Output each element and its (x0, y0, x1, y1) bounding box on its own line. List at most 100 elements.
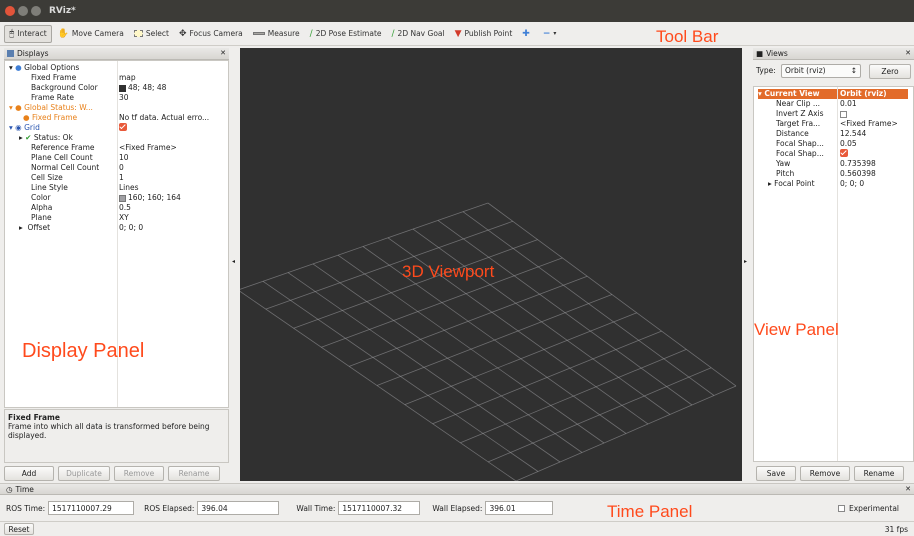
grid-line (337, 254, 605, 444)
normal-cell-count-value[interactable]: 0 (119, 163, 124, 173)
maximize-window-icon[interactable] (31, 6, 41, 16)
expand-arrow-icon[interactable]: ▾ (9, 123, 13, 132)
frame-rate-value[interactable]: 30 (119, 93, 129, 103)
property-description: Fixed Frame Frame into which all data is… (4, 409, 229, 463)
displays-title: Displays (17, 49, 49, 58)
focal-shape-fixed-label: Focal Shap... (776, 149, 824, 158)
tree-item-global-status[interactable]: ▾ ● Global Status: W... (9, 103, 93, 113)
tool-interact[interactable]: 🖰 Interact (4, 24, 52, 43)
reference-frame-label: Reference Frame (31, 143, 95, 152)
expand-arrow-icon[interactable]: ▾ (9, 103, 13, 112)
invert-z-checkbox[interactable] (840, 109, 847, 119)
plane-value[interactable]: XY (119, 213, 129, 223)
tool-focus-camera[interactable]: ✥ Focus Camera (175, 25, 247, 43)
left-splitter[interactable]: ◂ (230, 48, 240, 481)
ros-elapsed-field[interactable]: 396.04 (197, 501, 280, 515)
description-text: Frame into which all data is transformed… (8, 422, 210, 440)
tool-measure[interactable]: Measure (249, 25, 304, 43)
description-title: Fixed Frame (8, 413, 60, 422)
remove-display-button[interactable]: Remove (114, 466, 164, 481)
experimental-label: Experimental (849, 503, 900, 513)
tool-2d-pose-estimate[interactable]: ∕ 2D Pose Estimate (306, 25, 386, 43)
ros-time-field[interactable]: 1517110007.29 (48, 501, 135, 515)
line-style-value[interactable]: Lines (119, 183, 139, 193)
cell-size-value[interactable]: 1 (119, 173, 124, 183)
pitch-label: Pitch (776, 169, 795, 178)
focal-shape-fixed-checkbox[interactable] (840, 148, 848, 158)
cursor-icon: 🖰 (9, 28, 15, 39)
check-icon: ✔ (25, 133, 32, 142)
close-icon[interactable]: ✕ (220, 49, 226, 57)
minimize-window-icon[interactable] (18, 6, 28, 16)
window-title: RViz* (49, 6, 76, 16)
focal-point-label[interactable]: ▸ Focal Point (768, 179, 815, 189)
tool-move-camera[interactable]: ✋ Move Camera (54, 25, 128, 43)
remove-tool-button[interactable]: − ▾ (539, 25, 561, 43)
reset-button[interactable]: Reset (4, 523, 34, 535)
status-bar: Reset 31 fps (0, 521, 914, 536)
tool-2d-nav-goal[interactable]: ∕ 2D Nav Goal (388, 25, 449, 43)
select-rect-icon (133, 30, 143, 37)
time-title: Time (15, 484, 34, 494)
tool-publish-point[interactable]: ▼ Publish Point (451, 25, 517, 43)
grid-status[interactable]: ▸ ✔ Status: Ok (19, 133, 73, 143)
grid-line (262, 280, 539, 472)
focal-point-value[interactable]: 0; 0; 0 (840, 179, 864, 189)
save-view-button[interactable]: Save (756, 466, 796, 481)
view-type-select[interactable]: Orbit (rviz) ↕ (781, 64, 861, 78)
map-pin-icon: ▼ (454, 28, 462, 39)
collapse-left-icon[interactable]: ◂ (232, 258, 235, 265)
displays-panel-header: Displays ✕ (4, 48, 229, 60)
offset-value[interactable]: 0; 0; 0 (119, 223, 143, 233)
wall-elapsed-field[interactable]: 396.01 (485, 501, 554, 515)
tool-select[interactable]: Select (130, 25, 173, 43)
current-view-item[interactable]: ▾ Current View (758, 89, 838, 99)
expand-arrow-icon[interactable]: ▾ (9, 63, 13, 72)
grid-line (312, 263, 583, 453)
tree-item-grid[interactable]: ▾ ◉ Grid (9, 123, 40, 133)
current-view-value[interactable]: Orbit (rviz) (838, 89, 908, 99)
grid-enabled-checkbox[interactable] (119, 122, 127, 132)
background-color-value[interactable]: 48; 48; 48 (119, 83, 166, 93)
yaw-value[interactable]: 0.735398 (840, 159, 876, 169)
annotation-3d-viewport: 3D Viewport (402, 262, 495, 281)
reference-frame-value[interactable]: <Fixed Frame> (119, 143, 177, 153)
alpha-value[interactable]: 0.5 (119, 203, 131, 213)
collapse-right-icon[interactable]: ▸ (744, 258, 747, 265)
duplicate-button[interactable]: Duplicate (58, 466, 110, 481)
add-tool-button[interactable]: ✚ (518, 25, 537, 43)
column-divider[interactable] (837, 87, 838, 461)
target-frame-value[interactable]: <Fixed Frame> (840, 119, 898, 129)
green-arrow-icon: ∕ (309, 28, 313, 39)
zero-button[interactable]: Zero (869, 64, 911, 79)
color-value[interactable]: 160; 160; 164 (119, 193, 181, 203)
focal-shape-size-label: Focal Shap... (776, 139, 824, 148)
plane-cell-count-value[interactable]: 10 (119, 153, 129, 163)
rename-display-button[interactable]: Rename (168, 466, 220, 481)
remove-view-button[interactable]: Remove (800, 466, 850, 481)
offset-label[interactable]: ▸ Offset (19, 223, 50, 233)
distance-value[interactable]: 12.544 (840, 129, 866, 139)
experimental-checkbox[interactable] (838, 504, 845, 513)
add-button[interactable]: Add (4, 466, 54, 481)
expand-arrow-icon: ▸ (768, 179, 772, 188)
warning-icon: ● (15, 103, 22, 112)
rename-view-button[interactable]: Rename (854, 466, 904, 481)
right-splitter[interactable]: ▸ (742, 48, 752, 481)
grid-line (376, 294, 613, 386)
wall-time-field[interactable]: 1517110007.32 (338, 501, 421, 515)
pitch-value[interactable]: 0.560398 (840, 169, 876, 179)
close-icon[interactable]: ✕ (905, 49, 911, 57)
plane-label: Plane (31, 213, 52, 222)
displays-button-row: Add Duplicate Remove Rename (4, 466, 229, 482)
normal-cell-count-label: Normal Cell Count (31, 163, 100, 172)
close-icon[interactable]: ✕ (905, 485, 911, 493)
close-window-icon[interactable] (5, 6, 15, 16)
grid-icon: ◉ (15, 123, 22, 132)
near-clip-value[interactable]: 0.01 (840, 99, 857, 109)
fixed-frame-label: Fixed Frame (31, 73, 77, 82)
expand-arrow-icon[interactable]: ▾ (758, 89, 762, 98)
fixed-frame-value[interactable]: map (119, 73, 136, 83)
color-label: Color (31, 193, 51, 202)
tree-item-global-options[interactable]: ▾ ● Global Options (9, 63, 79, 73)
